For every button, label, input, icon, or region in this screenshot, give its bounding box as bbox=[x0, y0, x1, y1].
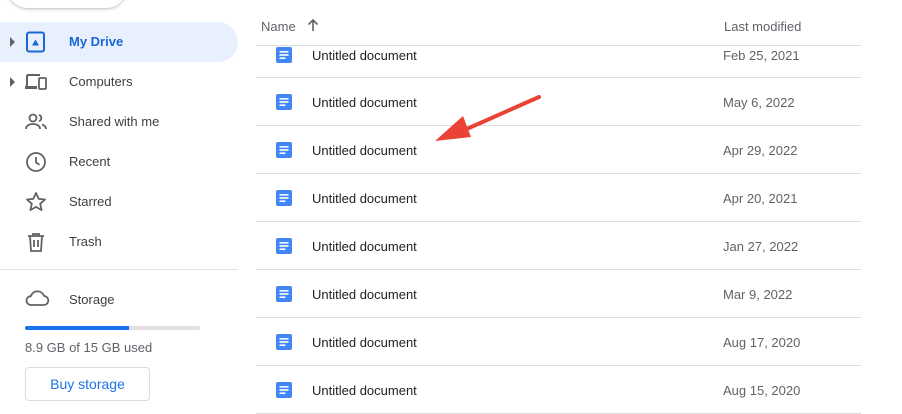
file-name: Untitled document bbox=[312, 335, 417, 350]
sidebar-item-my-drive[interactable]: My Drive bbox=[0, 22, 238, 62]
sidebar-item-label: Trash bbox=[69, 234, 102, 249]
sidebar-item-starred[interactable]: Starred bbox=[0, 182, 238, 222]
file-row[interactable]: Untitled document May 6, 2022 bbox=[256, 78, 861, 126]
sidebar-item-label: Computers bbox=[69, 74, 133, 89]
storage-progress-bar bbox=[25, 326, 200, 330]
file-last-modified: Aug 17, 2020 bbox=[723, 335, 801, 350]
arrow-up-icon[interactable] bbox=[306, 17, 320, 33]
clock-icon bbox=[26, 152, 46, 172]
sidebar-item-shared-with-me[interactable]: Shared with me bbox=[0, 102, 238, 142]
cloud-icon bbox=[25, 290, 50, 306]
file-last-modified: Jan 27, 2022 bbox=[723, 239, 799, 254]
shared-with-me-icon bbox=[25, 113, 47, 130]
google-docs-icon bbox=[276, 382, 292, 398]
file-name: Untitled document bbox=[312, 287, 417, 302]
google-docs-icon bbox=[276, 238, 292, 254]
sidebar-item-label: My Drive bbox=[69, 34, 124, 49]
file-row[interactable]: Untitled document Apr 29, 2022 bbox=[256, 126, 861, 174]
sidebar-divider bbox=[0, 269, 238, 270]
storage-progress-fill bbox=[25, 326, 129, 330]
computers-icon bbox=[25, 74, 47, 90]
storage-label: Storage bbox=[69, 292, 115, 307]
column-header-last-modified[interactable]: Last modified bbox=[724, 19, 801, 34]
file-name: Untitled document bbox=[312, 143, 417, 158]
google-docs-icon bbox=[276, 47, 292, 63]
expand-caret-icon[interactable] bbox=[10, 37, 15, 47]
drive-window: My Drive Computers Shared with me Recent… bbox=[0, 0, 902, 414]
column-header-name[interactable]: Name bbox=[261, 19, 296, 34]
my-drive-icon bbox=[26, 31, 45, 53]
google-docs-icon bbox=[276, 334, 292, 350]
file-name: Untitled document bbox=[312, 95, 417, 110]
file-row[interactable]: Untitled document Mar 9, 2022 bbox=[256, 270, 861, 318]
file-list-header: Name Last modified bbox=[256, 0, 861, 46]
sidebar-item-label: Starred bbox=[69, 194, 112, 209]
file-name: Untitled document bbox=[312, 239, 417, 254]
file-name: Untitled document bbox=[312, 48, 417, 63]
storage-used-text: 8.9 GB of 15 GB used bbox=[25, 340, 153, 355]
file-last-modified: May 6, 2022 bbox=[723, 95, 795, 110]
google-docs-icon bbox=[276, 142, 292, 158]
new-button[interactable] bbox=[8, 0, 126, 8]
file-last-modified: Feb 25, 2021 bbox=[723, 48, 800, 63]
google-docs-icon bbox=[276, 94, 292, 110]
file-last-modified: Apr 29, 2022 bbox=[723, 143, 798, 158]
file-last-modified: Aug 15, 2020 bbox=[723, 383, 801, 398]
file-rows: Untitled document Feb 25, 2021 Untitled do… bbox=[256, 46, 861, 414]
google-docs-icon bbox=[276, 190, 292, 206]
buy-storage-button[interactable]: Buy storage bbox=[25, 367, 150, 401]
sidebar-item-recent[interactable]: Recent bbox=[0, 142, 238, 182]
expand-caret-icon[interactable] bbox=[10, 77, 15, 87]
file-row[interactable]: Untitled document Aug 15, 2020 bbox=[256, 366, 861, 414]
sidebar-item-trash[interactable]: Trash bbox=[0, 222, 238, 262]
file-name: Untitled document bbox=[312, 383, 417, 398]
file-row[interactable]: Untitled document Feb 25, 2021 bbox=[256, 46, 861, 78]
sidebar: My Drive Computers Shared with me Recent… bbox=[0, 0, 248, 414]
file-name: Untitled document bbox=[312, 191, 417, 206]
file-row[interactable]: Untitled document Apr 20, 2021 bbox=[256, 174, 861, 222]
sidebar-item-computers[interactable]: Computers bbox=[0, 62, 238, 102]
file-row[interactable]: Untitled document Aug 17, 2020 bbox=[256, 318, 861, 366]
file-list: Name Last modified Untitled document Feb … bbox=[256, 0, 861, 414]
star-icon bbox=[26, 192, 46, 211]
trash-icon bbox=[28, 233, 44, 252]
file-last-modified: Mar 9, 2022 bbox=[723, 287, 793, 302]
sidebar-item-label: Shared with me bbox=[69, 114, 160, 129]
sidebar-item-label: Recent bbox=[69, 154, 111, 169]
file-row[interactable]: Untitled document Jan 27, 2022 bbox=[256, 222, 861, 270]
google-docs-icon bbox=[276, 286, 292, 302]
file-last-modified: Apr 20, 2021 bbox=[723, 191, 798, 206]
